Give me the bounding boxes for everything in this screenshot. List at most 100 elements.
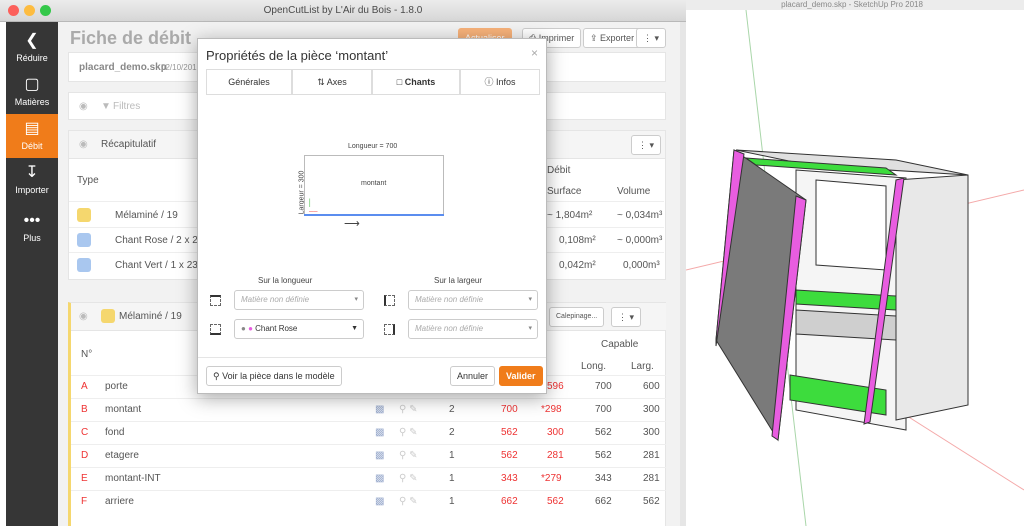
info-icon: ⓘ	[484, 77, 496, 87]
caret-down-icon: ▼	[351, 325, 358, 332]
close-icon[interactable]: ×	[531, 46, 538, 60]
col-type: Type	[77, 175, 99, 186]
row-cap-long: 700	[595, 381, 612, 392]
edge-xmax-select[interactable]: Matière non définie ▾	[408, 319, 538, 339]
length-label: Longueur = 700	[348, 143, 398, 150]
col-larg: Larg.	[631, 361, 654, 372]
summary-row-volume: 0,000m³	[623, 260, 660, 271]
row-name: arriere	[105, 496, 134, 507]
sur-largeur-label: Sur la largeur	[434, 276, 483, 285]
row-length: 343	[501, 473, 518, 484]
col-num: N°	[81, 349, 93, 360]
row-width: *279	[541, 473, 562, 484]
info-icon[interactable]: ▩	[375, 450, 384, 461]
edge-bottom-icon	[210, 324, 221, 335]
search-icon[interactable]: ⚲ ✎	[399, 427, 417, 438]
row-name: etagere	[105, 450, 139, 461]
export-button[interactable]: ⇪ Exporter	[583, 28, 642, 48]
info-icon[interactable]: ▩	[375, 473, 384, 484]
collapse-icon[interactable]: ◉	[79, 139, 88, 150]
row-id: C	[81, 427, 89, 438]
more-vertical-icon: ⋮ ▾	[643, 33, 660, 43]
row-qty: 2	[449, 427, 455, 438]
scrollbar[interactable]	[680, 22, 686, 526]
row-name: porte	[105, 381, 128, 392]
cutlist-icon: ▤	[24, 120, 40, 137]
sidebar-item-debit[interactable]: ▤ Débit	[6, 114, 58, 158]
summary-row-volume: ~ 0,000m³	[617, 235, 663, 246]
search-icon[interactable]: ⚲ ✎	[399, 496, 417, 507]
eye-icon: ◉	[79, 101, 88, 112]
row-id: D	[81, 450, 89, 461]
tab-chants[interactable]: □ Chants	[372, 69, 460, 95]
edge-icon: □	[396, 77, 405, 87]
sidebar-item-plus[interactable]: ••• Plus	[6, 206, 58, 250]
screen: placard_demo.skp - SketchUp Pro 2018 Ope…	[0, 0, 1024, 526]
row-name: montant-INT	[105, 473, 161, 484]
row-cap-long: 700	[595, 404, 612, 415]
sidebar-item-label: Matières	[14, 97, 50, 107]
collapse-icon[interactable]: ◉	[79, 311, 88, 322]
info-icon[interactable]: ▩	[375, 404, 384, 415]
group-menu-button[interactable]: ⋮ ▾	[611, 307, 642, 327]
dialog-title: Propriétés de la pièce ‘montant’	[206, 48, 389, 63]
row-qty: 1	[449, 450, 455, 461]
part-preview: montant │ ──	[304, 155, 444, 215]
col-debit: Débit	[547, 165, 571, 176]
row-cap-long: 343	[595, 473, 612, 484]
col-volume: Volume	[617, 186, 651, 197]
calepinage-button[interactable]: Calepinage...	[549, 307, 605, 327]
tab-generales[interactable]: Générales	[206, 69, 292, 95]
row-width: 300	[547, 427, 564, 438]
sketchup-viewport[interactable]	[685, 9, 1024, 526]
sidebar-item-importer[interactable]: ↧ Importer	[6, 158, 58, 202]
show-in-model-button[interactable]: ⚲ Voir la pièce dans le modèle	[206, 366, 342, 386]
edge-type-icon	[77, 258, 91, 272]
sidebar-item-reduire[interactable]: ❮ Réduire	[6, 26, 58, 70]
direction-arrow-icon: ⟶	[344, 218, 360, 230]
search-icon[interactable]: ⚲ ✎	[399, 404, 417, 415]
info-icon[interactable]: ▩	[375, 496, 384, 507]
edge-ymax-select[interactable]: Matière non définie ▾	[234, 290, 364, 310]
row-length: 562	[501, 427, 518, 438]
filter-icon: ▼	[101, 101, 111, 112]
sidebar-item-label: Importer	[15, 185, 49, 195]
select-value: Matière non définie	[241, 295, 310, 304]
edge-ymin-select[interactable]: ● ● Chant Rose ▼	[234, 319, 364, 339]
caret-down-icon: ▾	[354, 296, 358, 303]
summary-row-volume: ~ 0,034m³	[617, 210, 663, 221]
part-properties-dialog: Propriétés de la pièce ‘montant’ × Génér…	[197, 38, 547, 394]
search-icon[interactable]: ⚲ ✎	[399, 450, 417, 461]
edge-right-icon	[384, 324, 395, 335]
materials-icon: ▢	[24, 76, 40, 93]
edge-left-icon	[384, 295, 395, 306]
col-long: Long.	[581, 361, 607, 372]
export-label: Exporter	[600, 33, 635, 43]
tab-infos[interactable]: ⓘ Infos	[460, 69, 540, 95]
cancel-button[interactable]: Annuler	[450, 366, 496, 386]
search-icon[interactable]: ⚲ ✎	[399, 473, 417, 484]
summary-row-name: Chant Vert / 1 x 23	[115, 260, 198, 271]
material-type-icon	[101, 309, 115, 323]
validate-button[interactable]: Valider	[499, 366, 543, 386]
info-icon[interactable]: ▩	[375, 427, 384, 438]
group-title: Mélaminé / 19	[119, 311, 182, 322]
row-id: F	[81, 496, 88, 507]
summary-title: Récapitulatif	[101, 139, 157, 150]
row-width: *298	[541, 404, 562, 415]
edge-xmin-select[interactable]: Matière non définie ▾	[408, 290, 538, 310]
chevron-left-icon: ❮	[25, 32, 39, 49]
summary-menu-button[interactable]: ⋮ ▾	[631, 135, 662, 155]
summary-row-name: Chant Rose / 2 x 23	[115, 235, 204, 246]
options-menu-button[interactable]: ⋮ ▾	[636, 28, 667, 48]
row-cap-larg: 300	[643, 427, 660, 438]
sidebar-item-matieres[interactable]: ▢ Matières	[6, 70, 58, 114]
tab-axes[interactable]: ⇅ Axes	[292, 69, 372, 95]
row-name: fond	[105, 427, 125, 438]
sidebar-item-label: Réduire	[16, 53, 48, 63]
material-type-icon	[77, 208, 91, 222]
summary-row-name: Mélaminé / 19	[115, 210, 178, 221]
select-value: Chant Rose	[255, 324, 298, 333]
row-qty: 1	[449, 473, 455, 484]
summary-row-surface: 0,108m²	[559, 235, 596, 246]
